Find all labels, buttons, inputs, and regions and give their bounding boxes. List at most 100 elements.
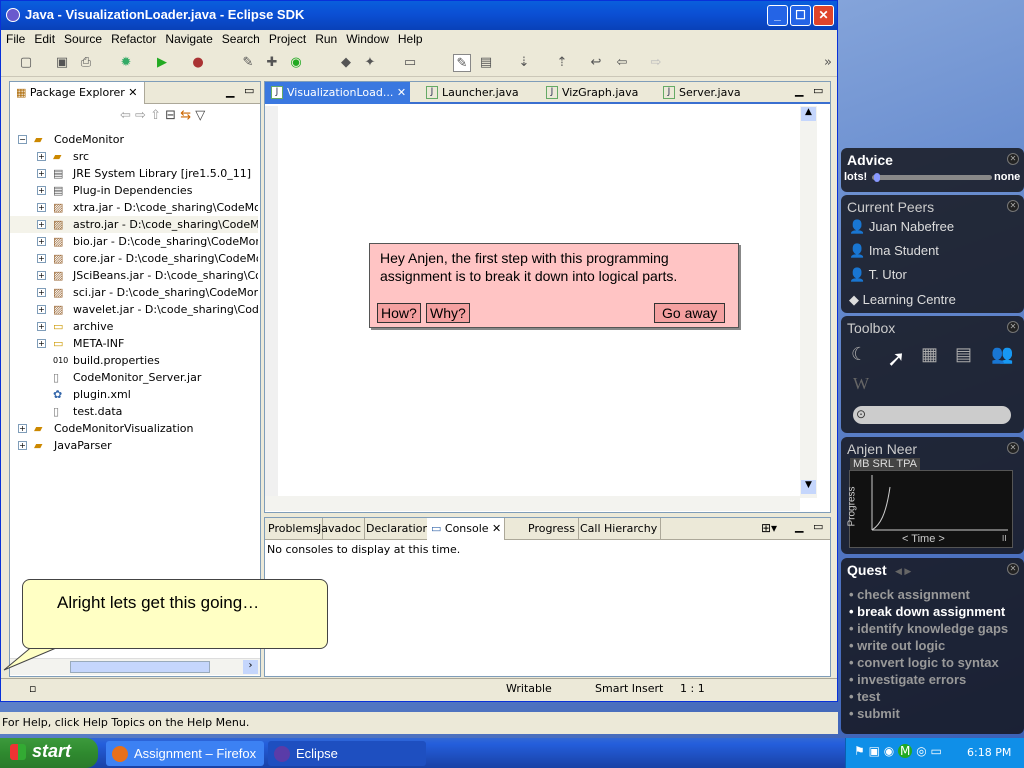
forward-nav-icon[interactable]: ⇨ xyxy=(135,108,146,123)
toolbox-search-input[interactable]: ⊙ xyxy=(853,406,1011,424)
peer-tutor[interactable]: 👤 T. Utor xyxy=(849,267,907,283)
menu-help[interactable]: Help xyxy=(393,30,427,46)
tree-item-core-jar[interactable]: +▨core.jar - D:\code_sharing\CodeMonitor xyxy=(10,250,258,267)
open-console-icon[interactable]: ⊞▾ xyxy=(761,521,777,535)
quest-item[interactable]: • identify knowledge gaps xyxy=(849,621,1008,636)
tree-item-javaparser[interactable]: + ▰ JavaParser xyxy=(10,437,258,454)
debug-icon[interactable]: ✹ xyxy=(117,54,135,72)
quest-item[interactable]: • submit xyxy=(849,706,900,721)
minimize-view-icon[interactable]: ▁ xyxy=(226,85,234,98)
tree-item-xtra-jar[interactable]: +▨xtra.jar - D:\code_sharing\CodeMonitor xyxy=(10,199,258,216)
quest-item[interactable]: • break down assignment xyxy=(849,604,1005,619)
scroll-up-icon[interactable]: ▲ xyxy=(801,107,816,121)
tree-item-bio-jar[interactable]: +▨bio.jar - D:\code_sharing\CodeMonitor xyxy=(10,233,258,250)
calculator-tool-icon[interactable]: ▦ xyxy=(921,344,938,365)
tree-item-wavelet-jar[interactable]: +▨wavelet.jar - D:\code_sharing\CodeMoni… xyxy=(10,301,258,318)
menu-refactor[interactable]: Refactor xyxy=(106,30,160,46)
how-button[interactable]: How? xyxy=(377,303,421,323)
taskbar-eclipse[interactable]: Eclipse xyxy=(268,741,426,766)
new-icon[interactable]: ▢ xyxy=(17,54,35,72)
open-type-icon[interactable]: ◆ xyxy=(337,54,355,72)
close-icon[interactable]: ✕ xyxy=(1007,153,1019,165)
tree-item-server-jar[interactable]: ▯ CodeMonitor_Server.jar xyxy=(10,369,258,386)
tree-item-plugin-deps[interactable]: + ▤ Plug-in Dependencies xyxy=(10,182,258,199)
close-icon[interactable]: ✕ xyxy=(1007,442,1019,454)
collapse-all-icon[interactable]: ⊟ xyxy=(165,108,176,123)
maximize-icon[interactable]: ☐ xyxy=(790,5,811,26)
view-menu-icon[interactable]: ▽ xyxy=(195,108,205,123)
menu-run[interactable]: Run xyxy=(310,30,341,46)
peer-learning-centre[interactable]: ◆ Learning Centre xyxy=(849,292,956,308)
mark-occurrences-icon[interactable]: ✎ xyxy=(453,54,471,72)
advice-slider[interactable] xyxy=(872,173,992,182)
tree-item-build-properties[interactable]: 010 build.properties xyxy=(10,352,258,369)
prev-annotation-icon[interactable]: ⇡ xyxy=(553,54,571,72)
wiki-tool-icon[interactable]: W xyxy=(853,374,869,394)
back-nav-icon[interactable]: ⇦ xyxy=(120,108,131,123)
scroll-right-icon[interactable]: › xyxy=(243,660,258,674)
menu-edit[interactable]: Edit xyxy=(29,30,59,46)
taskbar-firefox[interactable]: Assignment – Firefox xyxy=(106,741,264,766)
tab-server[interactable]: J Server.java xyxy=(657,82,769,104)
close-icon[interactable]: ✕ xyxy=(1007,200,1019,212)
menu-source[interactable]: Source xyxy=(59,30,106,46)
up-nav-icon[interactable]: ⇧ xyxy=(150,108,161,123)
link-editor-icon[interactable]: ⇆ xyxy=(180,108,191,123)
student-tabs[interactable]: MB SRL TPA xyxy=(850,458,920,470)
editor-horizontal-scrollbar[interactable] xyxy=(265,496,800,511)
peer-ima[interactable]: 👤 Ima Student xyxy=(849,243,939,259)
fast-view-icon[interactable]: ▫ xyxy=(29,682,36,695)
quest-item[interactable]: • write out logic xyxy=(849,638,945,653)
vertical-scrollbar[interactable]: ▲ ▼ xyxy=(800,106,817,498)
moon-tool-icon[interactable]: ☾ xyxy=(851,344,867,365)
close-icon[interactable]: ✕ xyxy=(1007,321,1019,333)
tab-launcher[interactable]: J Launcher.java xyxy=(420,82,532,104)
forward-icon[interactable]: ⇨ xyxy=(647,54,665,72)
menu-search[interactable]: Search xyxy=(217,30,264,46)
tree-item-src[interactable]: + ▰ src xyxy=(10,148,258,165)
minimize-editor-icon[interactable]: ▁ xyxy=(795,84,803,97)
tree-item-codemonitor-visualization[interactable]: + ▰ CodeMonitorVisualization xyxy=(10,420,258,437)
quest-item[interactable]: • investigate errors xyxy=(849,672,966,687)
maximize-view-icon[interactable]: ▭ xyxy=(244,84,254,97)
back-icon[interactable]: ⇦ xyxy=(613,54,631,72)
menu-file[interactable]: File xyxy=(1,30,29,46)
new-class-icon[interactable]: ◉ xyxy=(287,54,305,72)
maximize-editor-icon[interactable]: ▭ xyxy=(813,84,823,97)
minimize-console-icon[interactable]: ▁ xyxy=(795,520,803,533)
cursor-tool-icon[interactable]: ➚ xyxy=(887,346,905,372)
people-tool-icon[interactable]: 👥 xyxy=(991,344,1013,365)
maximize-console-icon[interactable]: ▭ xyxy=(813,520,823,533)
tree-item-plugin-xml[interactable]: ✿ plugin.xml xyxy=(10,386,258,403)
tab-javadoc[interactable]: Javadoc xyxy=(315,518,365,540)
menu-window[interactable]: Window xyxy=(341,30,393,46)
quest-item[interactable]: • test xyxy=(849,689,880,704)
tab-console[interactable]: ▭ Console ✕ xyxy=(427,518,506,540)
tab-progress[interactable]: Progress xyxy=(525,518,579,540)
menu-navigate[interactable]: Navigate xyxy=(160,30,216,46)
new-project-icon[interactable]: ✎ xyxy=(239,54,257,72)
tree-item-meta-inf[interactable]: + ▭ META-INF xyxy=(10,335,258,352)
tray-icons[interactable]: ⚑ ▣ ◉ M ◎ ▭ xyxy=(854,744,942,758)
tab-vizgraph[interactable]: J VizGraph.java xyxy=(540,82,652,104)
peer-juan[interactable]: 👤 Juan Nabefree xyxy=(849,219,954,235)
notes-tool-icon[interactable]: ▤ xyxy=(955,344,972,365)
toolbar-overflow-icon[interactable]: » xyxy=(819,54,837,72)
why-button[interactable]: Why? xyxy=(426,303,470,323)
tree-item-astro-jar[interactable]: +▨astro.jar - D:\code_sharing\CodeMonito… xyxy=(10,216,258,233)
go-away-button[interactable]: Go away xyxy=(654,303,726,323)
run-icon[interactable]: ▶ xyxy=(153,54,171,72)
minimize-icon[interactable]: _ xyxy=(767,5,788,26)
search-icon[interactable]: ✦ xyxy=(361,54,379,72)
open-folder-icon[interactable]: ▭ xyxy=(401,54,419,72)
tree-item-archive[interactable]: + ▭ archive xyxy=(10,318,258,335)
menu-project[interactable]: Project xyxy=(264,30,310,46)
print-icon[interactable]: ⎙ xyxy=(77,54,95,72)
quest-item[interactable]: • check assignment xyxy=(849,587,970,602)
save-icon[interactable]: ▣ xyxy=(53,54,71,72)
close-icon[interactable]: ✕ xyxy=(1007,563,1019,575)
tab-call-hierarchy[interactable]: Call Hierarchy xyxy=(577,518,662,540)
m-icon[interactable]: M xyxy=(898,744,913,758)
new-package-icon[interactable]: ✚ xyxy=(263,54,281,72)
last-edit-icon[interactable]: ↩ xyxy=(587,54,605,72)
